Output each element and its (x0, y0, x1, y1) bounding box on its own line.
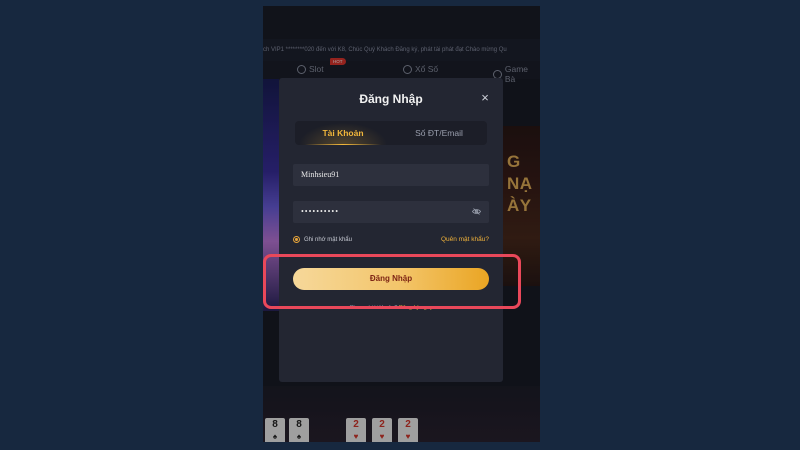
forgot-password-link[interactable]: Quên mật khẩu? (441, 236, 489, 243)
tab-phone-email[interactable]: Số ĐT/Email (391, 121, 487, 145)
eye-off-icon[interactable] (472, 208, 481, 215)
close-icon[interactable]: × (479, 91, 491, 104)
login-method-tabs: Tài Khoản Số ĐT/Email (295, 121, 487, 145)
tab-account[interactable]: Tài Khoản (295, 121, 391, 145)
remember-label: Ghi nhớ mật khẩu (304, 236, 352, 243)
remember-password-option[interactable]: Ghi nhớ mật khẩu (293, 236, 352, 243)
modal-title: Đăng Nhập (359, 92, 423, 106)
phone-screen: ch VIP1 ********020 đến với K8, Chúc Quý… (263, 6, 540, 442)
password-value: •••••••••• (301, 207, 340, 216)
login-modal: Đăng Nhập × Tài Khoản Số ĐT/Email Minhsi… (279, 78, 503, 382)
username-input[interactable]: Minhsieu91 (293, 164, 489, 186)
highlight-box (263, 254, 521, 309)
password-input[interactable]: •••••••••• (293, 201, 489, 223)
remember-radio[interactable] (293, 236, 300, 243)
